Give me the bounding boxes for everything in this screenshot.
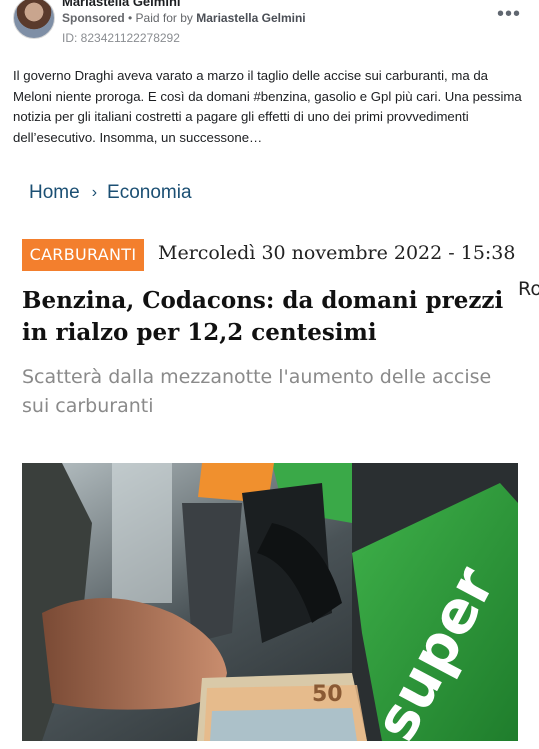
sponsored-post: Mariastella Gelmini Sponsored • Paid for…: [0, 0, 539, 749]
post-text: Il governo Draghi aveva varato a marzo i…: [13, 68, 522, 145]
author-name[interactable]: Mariastella Gelmini: [62, 0, 181, 9]
banknote-value: 50: [312, 682, 343, 707]
breadcrumb: Home › Economia: [29, 182, 192, 204]
ad-id: ID: 823421122278292: [62, 31, 180, 45]
category-badge: CARBURANTI: [22, 239, 144, 271]
post-meta: Sponsored • Paid for by Mariastella Gelm…: [62, 11, 306, 25]
breadcrumb-home: Home: [29, 182, 80, 203]
article-screenshot: Home › Economia CARBURANTI Mercoledì 30 no…: [0, 168, 539, 749]
fuel-pump-photo: super 50: [22, 463, 518, 741]
chevron-right-icon: ›: [91, 184, 98, 201]
sponsored-label[interactable]: Sponsored: [62, 11, 125, 25]
article-subheadline: Scatterà dalla mezzanotte l'aumento dell…: [22, 366, 492, 417]
paid-for-prefix: Paid for by: [135, 11, 197, 25]
article-headline: Benzina, Codacons: da domani prezzi in r…: [22, 287, 504, 346]
avatar[interactable]: [13, 0, 55, 39]
meta-separator: •: [124, 11, 136, 25]
breadcrumb-section: Economia: [107, 182, 192, 203]
more-options-icon[interactable]: •••: [497, 4, 521, 24]
paid-for-name[interactable]: Mariastella Gelmini: [196, 11, 305, 25]
article-date: Mercoledì 30 novembre 2022 - 15:38: [158, 242, 516, 264]
cut-off-text: Ro: [518, 278, 539, 300]
article-photo: super 50: [22, 463, 518, 741]
